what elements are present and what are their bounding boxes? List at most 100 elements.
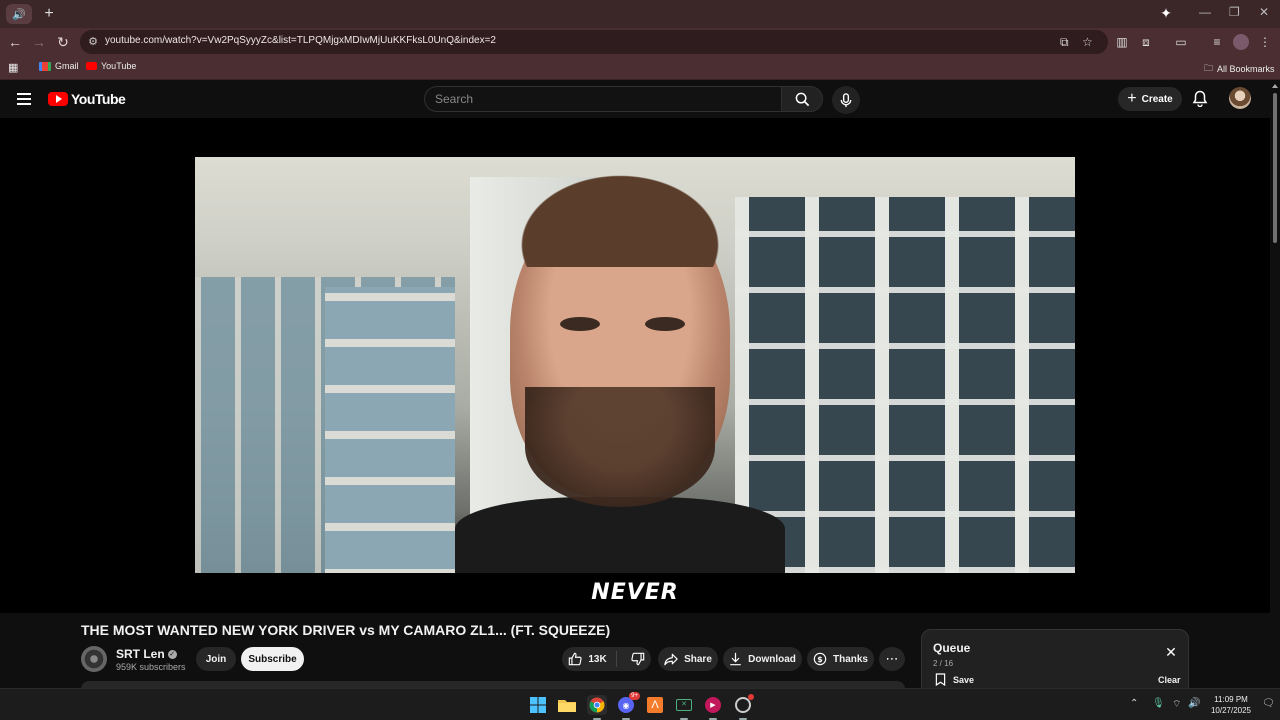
windows-start-icon[interactable] xyxy=(528,695,548,715)
taskbar-clock[interactable]: 11:09 PM 10/27/2025 xyxy=(1208,694,1254,716)
page-scrollbar[interactable] xyxy=(1270,81,1280,687)
back-button[interactable]: ← xyxy=(6,33,24,51)
video-frame[interactable] xyxy=(195,157,1075,573)
browser-toolbar: ← → ↻ ⚙ youtube.com/watch?v=Vw2PqSyyyZc&… xyxy=(0,28,1280,56)
split-view-icon[interactable]: ▭ xyxy=(1173,34,1189,50)
youtube-logo[interactable]: YouTube xyxy=(48,91,126,107)
file-explorer-icon[interactable] xyxy=(557,695,577,715)
wifi-icon[interactable]: ⌔ xyxy=(1172,698,1181,711)
super-thanks-icon: $ xyxy=(813,652,827,666)
apps-grid-icon[interactable]: ▦ xyxy=(8,61,18,74)
join-button[interactable]: Join xyxy=(196,647,236,671)
subscribe-button[interactable]: Subscribe xyxy=(241,647,304,671)
plus-icon: + xyxy=(1127,90,1137,107)
terminal-icon[interactable]: ✕ xyxy=(674,695,694,720)
bookmark-label: YouTube xyxy=(101,61,137,71)
youtube-icon xyxy=(86,62,97,70)
dislike-button[interactable] xyxy=(623,652,653,666)
video-owner-row: SRT Len ✓ 959K subscribers Join Subscrib… xyxy=(81,646,911,674)
audio-playing-icon: 🔊 xyxy=(12,8,26,21)
like-dislike-group: 13K xyxy=(562,647,651,671)
gemini-icon[interactable]: ✦ xyxy=(1157,5,1175,23)
voice-search-button[interactable] xyxy=(832,86,860,114)
create-label: Create xyxy=(1141,93,1173,105)
queue-panel: Queue 2 / 16 ✕ Save Clear xyxy=(921,629,1189,691)
menu-icon[interactable] xyxy=(17,93,31,105)
bookmark-youtube[interactable]: YouTube xyxy=(86,61,136,71)
notifications-button[interactable] xyxy=(1192,90,1210,108)
reload-button[interactable]: ↻ xyxy=(54,33,72,51)
channel-name-text[interactable]: SRT Len xyxy=(116,647,165,661)
media-player-icon[interactable]: ▶ xyxy=(703,695,723,720)
share-button[interactable]: Share xyxy=(658,647,718,671)
more-horizontal-icon: ⋯ xyxy=(885,651,899,666)
like-count: 13K xyxy=(588,653,607,665)
chrome-menu-icon[interactable]: ⋮ xyxy=(1257,34,1273,50)
channel-name[interactable]: SRT Len ✓ xyxy=(116,647,177,661)
forward-button[interactable]: → xyxy=(30,33,48,51)
scroll-up-icon[interactable] xyxy=(1272,84,1278,88)
volume-icon[interactable]: 🔊 xyxy=(1188,698,1200,709)
bookmark-gmail[interactable]: Gmail xyxy=(39,61,79,71)
queue-save-label: Save xyxy=(953,674,975,685)
video-player[interactable]: NEVER xyxy=(0,118,1270,613)
verified-check-icon: ✓ xyxy=(167,649,177,659)
extension-icon[interactable]: ▥ xyxy=(1114,34,1130,50)
site-settings-icon[interactable]: ⚙ xyxy=(86,35,100,49)
bookmark-label: Gmail xyxy=(55,61,79,71)
clock-date: 10/27/2025 xyxy=(1210,706,1252,715)
share-icon xyxy=(664,653,678,665)
thanks-button[interactable]: $ Thanks xyxy=(807,647,874,671)
tray-microphone-icon[interactable]: 🎙 xyxy=(1152,698,1165,709)
queue-clear-button[interactable]: Clear xyxy=(1158,675,1181,685)
extensions-puzzle-icon[interactable]: ⧈ xyxy=(1138,34,1154,50)
media-controls-icon[interactable]: ≡ xyxy=(1209,34,1225,50)
app-gear-icon[interactable] xyxy=(733,694,754,720)
queue-save-button[interactable]: Save xyxy=(935,673,974,686)
download-button[interactable]: Download xyxy=(723,647,802,671)
thumbs-down-icon xyxy=(631,652,644,666)
chrome-icon[interactable] xyxy=(587,695,607,720)
profile-avatar[interactable] xyxy=(1233,34,1249,50)
more-actions-button[interactable]: ⋯ xyxy=(879,647,905,671)
restore-icon[interactable]: ❐ xyxy=(1229,5,1240,19)
bookmark-star-icon[interactable]: ☆ xyxy=(1082,35,1093,49)
video-person xyxy=(455,157,785,573)
minimize-icon[interactable]: — xyxy=(1199,5,1211,19)
logo-text: YouTube xyxy=(71,91,126,107)
bookmark-icon xyxy=(935,673,946,686)
account-avatar[interactable] xyxy=(1229,87,1251,109)
address-bar[interactable]: ⚙ youtube.com/watch?v=Vw2PqSyyyZc&list=T… xyxy=(80,30,1108,54)
create-button[interactable]: + Create xyxy=(1118,87,1182,111)
scrollbar-thumb[interactable] xyxy=(1273,93,1277,243)
queue-close-button[interactable]: ✕ xyxy=(1165,645,1177,659)
channel-avatar[interactable] xyxy=(81,646,107,672)
thanks-label: Thanks xyxy=(832,653,868,665)
like-button[interactable]: 13K xyxy=(560,651,617,667)
notification-center-icon[interactable]: 🗨 xyxy=(1262,698,1275,709)
tray-overflow-icon[interactable]: ⌃ xyxy=(1130,698,1138,709)
url-text[interactable]: youtube.com/watch?v=Vw2PqSyyyZc&list=TLP… xyxy=(105,35,496,46)
new-tab-button[interactable]: + xyxy=(40,5,58,23)
share-label: Share xyxy=(684,653,712,665)
install-app-icon[interactable]: ⧉ xyxy=(1060,35,1069,50)
all-bookmarks[interactable]: 🗀 All Bookmarks xyxy=(1204,61,1275,77)
browser-tab-youtube[interactable]: 🔊 xyxy=(6,4,32,24)
search-input[interactable] xyxy=(425,87,781,111)
app-orange-icon[interactable]: Λ xyxy=(645,695,665,715)
download-label: Download xyxy=(748,653,796,665)
close-window-icon[interactable]: ✕ xyxy=(1259,5,1269,19)
search-box[interactable] xyxy=(424,86,782,112)
youtube-play-icon xyxy=(48,92,68,106)
video-caption-text: NEVER xyxy=(591,580,679,605)
windows-taskbar: ◉ 9+ Λ ✕ ▶ ⌃ 🎙 ⌔ 🔊 11:09 PM 10/27/2025 🗨 xyxy=(0,688,1280,720)
discord-icon[interactable]: ◉ 9+ xyxy=(616,692,640,720)
queue-position: 2 / 16 xyxy=(933,659,954,668)
svg-text:$: $ xyxy=(817,655,822,664)
search-button[interactable] xyxy=(781,86,823,112)
bell-icon xyxy=(1192,90,1208,108)
video-title: THE MOST WANTED NEW YORK DRIVER vs MY CA… xyxy=(81,622,611,638)
thumbs-up-icon xyxy=(569,652,582,666)
folder-icon: 🗀 xyxy=(1204,63,1214,73)
download-icon xyxy=(730,652,741,666)
